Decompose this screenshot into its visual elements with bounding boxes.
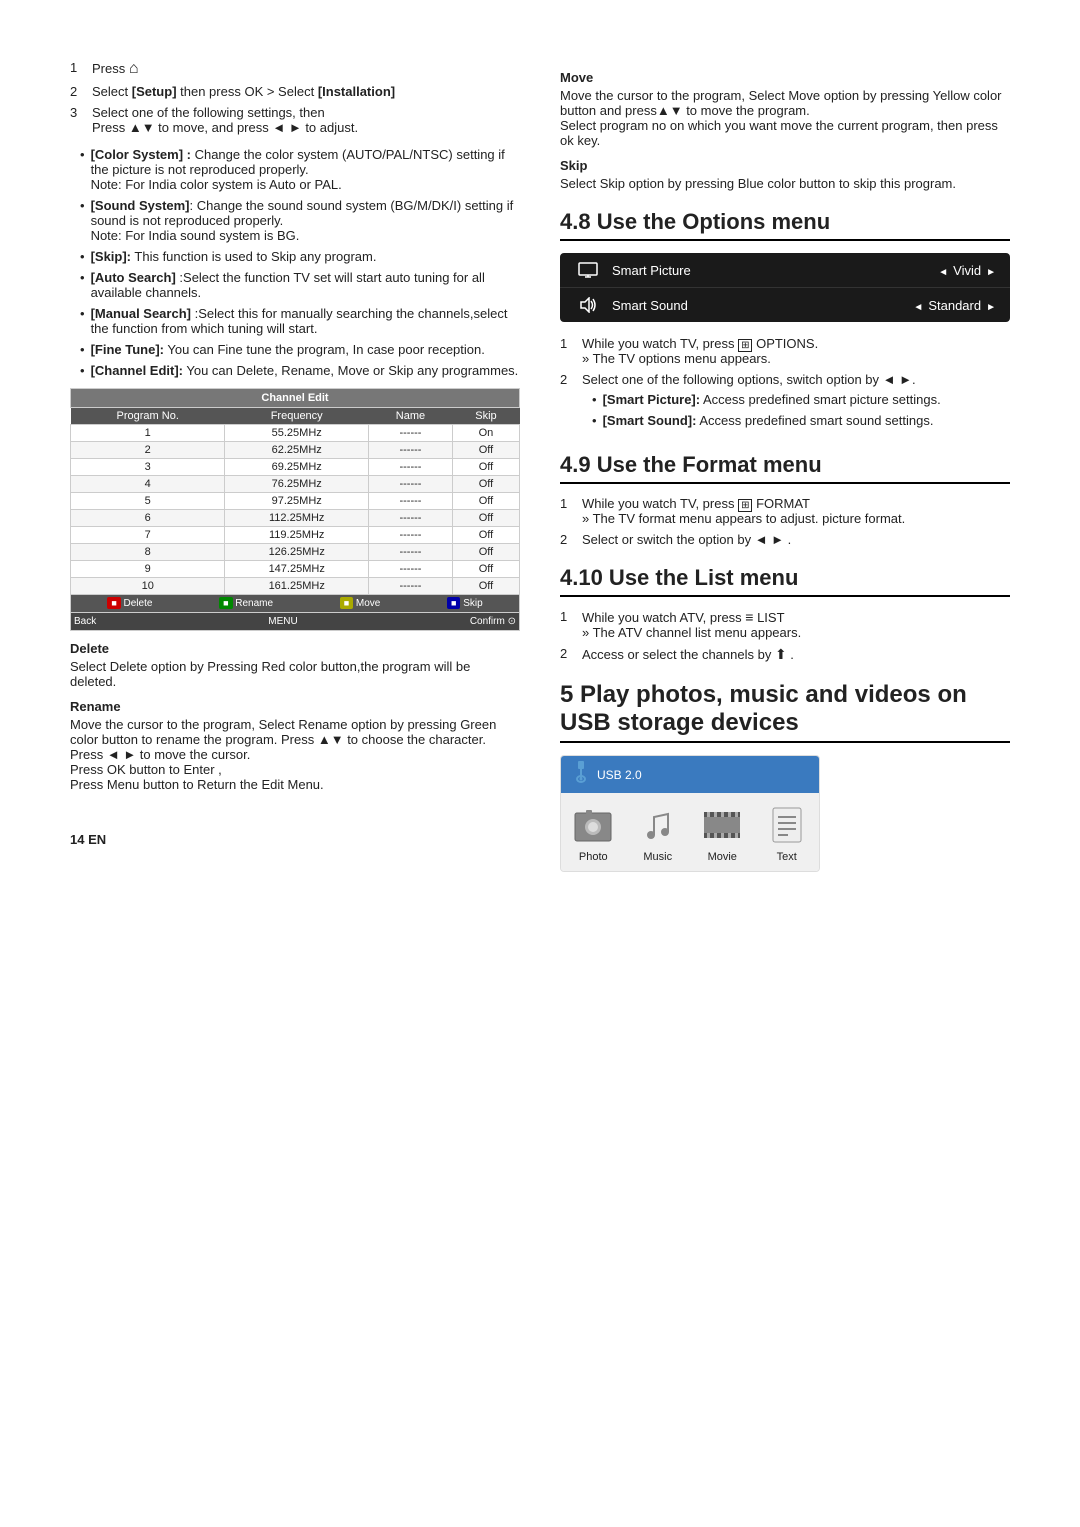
footer-move: ■ Move <box>340 598 381 609</box>
options-sub-bullets: [Smart Picture]: Access predefined smart… <box>582 392 941 428</box>
move-text: Move the cursor to the program, Select M… <box>560 88 1010 148</box>
usb-movie-item: Movie <box>700 803 744 863</box>
footer-delete: ■ Delete <box>107 598 152 609</box>
right-column: Move Move the cursor to the program, Sel… <box>560 60 1010 872</box>
music-icon <box>636 803 680 847</box>
text-icon <box>765 803 809 847</box>
section-48-heading: 4.8 Use the Options menu <box>560 209 1010 241</box>
format-step-1: 1 While you watch TV, press ⊞ FORMAT The… <box>560 496 1010 526</box>
photo-label: Photo <box>579 851 608 863</box>
smart-sound-bullet: [Smart Sound]: Access predefined smart s… <box>582 413 941 428</box>
table-row: 369.25MHz------Off <box>71 459 520 476</box>
options-step-1: 1 While you watch TV, press ⊞ OPTIONS. T… <box>560 336 1010 366</box>
step-2: Select [Setup] then press OK > Select [I… <box>70 84 520 99</box>
rename-text: Move the cursor to the program, Select R… <box>70 717 520 792</box>
table-row: 9147.25MHz------Off <box>71 561 520 578</box>
delete-text: Select Delete option by Pressing Red col… <box>70 659 520 689</box>
list-step-2: 2 Access or select the channels by ⬆ . <box>560 646 1010 663</box>
options-step-2: 2 Select one of the following options, s… <box>560 372 1010 434</box>
delete-heading: Delete <box>70 641 520 656</box>
left-column: Press ⌂ Select [Setup] then press OK > S… <box>70 60 520 872</box>
table-footer-row: ■ Delete ■ Rename ■ Move ■ Skip <box>71 595 520 613</box>
movie-icon <box>700 803 744 847</box>
bullet-manual-search: [Manual Search] :Select this for manuall… <box>70 306 520 336</box>
text-label: Text <box>777 851 797 863</box>
skip-text: Select Skip option by pressing Blue colo… <box>560 176 1010 191</box>
table-row: 155.25MHz------On <box>71 425 520 442</box>
intro-steps: Press ⌂ Select [Setup] then press OK > S… <box>70 60 520 135</box>
table-row: 8126.25MHz------Off <box>71 544 520 561</box>
back-label: Back <box>74 616 96 627</box>
movie-label: Movie <box>708 851 737 863</box>
usb-text-item: Text <box>765 803 809 863</box>
settings-bullets: [Color System] : Change the color system… <box>70 147 520 378</box>
step-1: Press ⌂ <box>70 60 520 78</box>
col-frequency: Frequency <box>225 408 369 425</box>
list-step-1: 1 While you watch ATV, press ≡ LIST The … <box>560 609 1010 640</box>
usb-label: USB 2.0 <box>597 768 642 782</box>
col-skip: Skip <box>452 408 519 425</box>
smart-sound-row: Smart Sound Standard <box>560 288 1010 322</box>
photo-icon <box>571 803 615 847</box>
channel-edit-table: Channel Edit Program No. Frequency Name … <box>70 388 520 631</box>
music-label: Music <box>643 851 672 863</box>
table-nav-row: Back MENU Confirm ⊙ <box>71 613 520 631</box>
section-49-heading: 4.9 Use the Format menu <box>560 452 1010 484</box>
table-title: Channel Edit <box>71 389 520 408</box>
bullet-channel-edit: [Channel Edit]: You can Delete, Rename, … <box>70 363 520 378</box>
smart-picture-row: Smart Picture Vivid <box>560 253 1010 288</box>
smart-picture-value: Vivid <box>938 263 996 278</box>
usb-icon <box>571 761 591 788</box>
format-step-2: 2 Select or switch the option by ◄ ► . <box>560 532 1010 547</box>
section-410-heading: 4.10 Use the List menu <box>560 565 1010 597</box>
usb-music-item: Music <box>636 803 680 863</box>
bullet-auto-search: [Auto Search] :Select the function TV se… <box>70 270 520 300</box>
smart-picture-right-arrow <box>986 263 996 278</box>
footer-skip: ■ Skip <box>447 598 483 609</box>
smart-picture-bullet: [Smart Picture]: Access predefined smart… <box>582 392 941 407</box>
usb-header: USB 2.0 <box>561 756 819 793</box>
options-panel: Smart Picture Vivid Smart Sound <box>560 253 1010 322</box>
smart-picture-label: Smart Picture <box>612 263 938 278</box>
usb-panel: USB 2.0 Photo <box>560 755 820 872</box>
col-program: Program No. <box>71 408 225 425</box>
col-name: Name <box>368 408 452 425</box>
bullet-fine-tune: [Fine Tune]: You can Fine tune the progr… <box>70 342 520 357</box>
smart-sound-value: Standard <box>913 298 996 313</box>
bullet-color-system: [Color System] : Change the color system… <box>70 147 520 192</box>
table-row: 7119.25MHz------Off <box>71 527 520 544</box>
table-row: 262.25MHz------Off <box>71 442 520 459</box>
list-steps: 1 While you watch ATV, press ≡ LIST The … <box>560 609 1010 663</box>
skip-heading: Skip <box>560 158 1010 173</box>
move-heading: Move <box>560 70 1010 85</box>
main-layout: Press ⌂ Select [Setup] then press OK > S… <box>70 60 1010 872</box>
usb-icons-row: Photo Music <box>561 793 819 871</box>
confirm-label: Confirm ⊙ <box>470 616 516 627</box>
smart-sound-right-arrow <box>986 298 996 313</box>
bullet-skip: [Skip]: This function is used to Skip an… <box>70 249 520 264</box>
monitor-icon <box>574 260 602 280</box>
step-3: Select one of the following settings, th… <box>70 105 520 135</box>
smart-sound-left-arrow <box>913 298 923 313</box>
page-number: 14 EN <box>70 832 520 847</box>
bullet-sound-system: [Sound System]: Change the sound sound s… <box>70 198 520 243</box>
section-5-heading: 5 Play photos, music and videos on USB s… <box>560 681 1010 743</box>
options-steps: 1 While you watch TV, press ⊞ OPTIONS. T… <box>560 336 1010 434</box>
table-row: 476.25MHz------Off <box>71 476 520 493</box>
rename-heading: Rename <box>70 699 520 714</box>
smart-sound-label: Smart Sound <box>612 298 913 313</box>
menu-label: MENU <box>268 616 297 627</box>
table-row: 597.25MHz------Off <box>71 493 520 510</box>
sound-icon <box>574 295 602 315</box>
table-row: 10161.25MHz------Off <box>71 578 520 595</box>
footer-rename: ■ Rename <box>219 598 273 609</box>
smart-picture-left-arrow <box>938 263 948 278</box>
usb-photo-item: Photo <box>571 803 615 863</box>
table-row: 6112.25MHz------Off <box>71 510 520 527</box>
format-steps: 1 While you watch TV, press ⊞ FORMAT The… <box>560 496 1010 547</box>
